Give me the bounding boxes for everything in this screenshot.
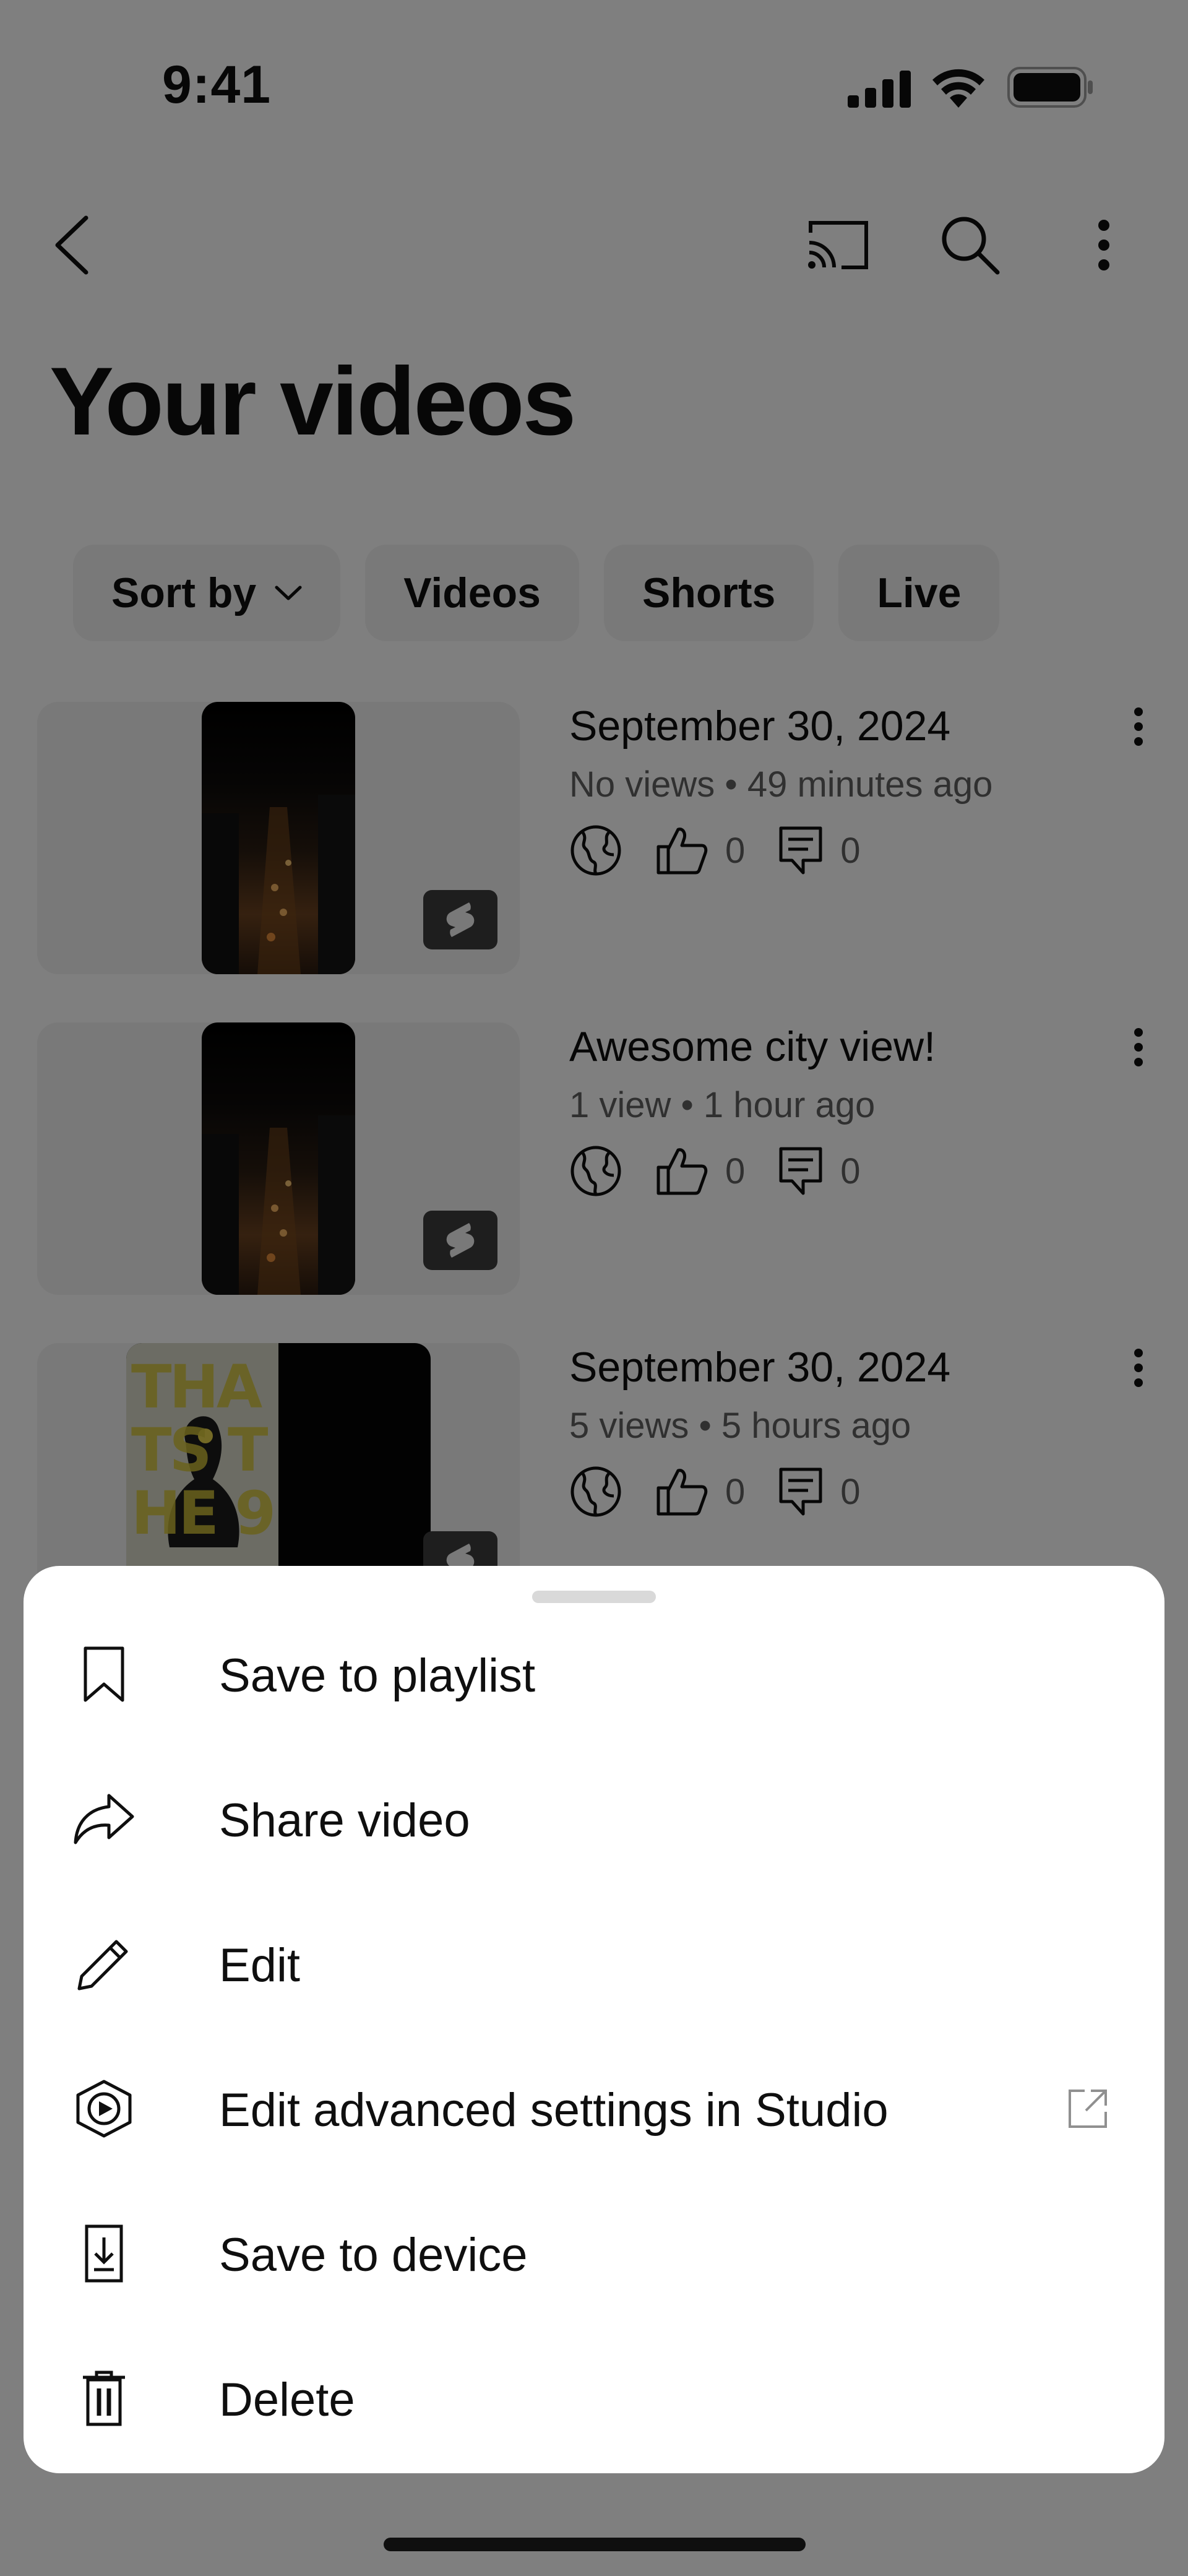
menu-item-share-video[interactable]: Share video: [24, 1747, 1164, 1891]
trash-icon: [73, 2367, 135, 2429]
external-link-icon: [1063, 2084, 1113, 2133]
sheet-drag-handle[interactable]: [532, 1591, 656, 1603]
download-to-device-icon: [73, 2223, 135, 2284]
menu-item-save-to-playlist[interactable]: Save to playlist: [24, 1602, 1164, 1747]
share-arrow-icon: [73, 1788, 135, 1850]
menu-item-label: Edit: [219, 1939, 300, 1992]
menu-item-label: Save to playlist: [219, 1649, 536, 1702]
menu-item-label: Edit advanced settings in Studio: [219, 2084, 889, 2137]
home-indicator: [384, 2538, 806, 2551]
menu-item-save-to-device[interactable]: Save to device: [24, 2181, 1164, 2326]
menu-item-edit[interactable]: Edit: [24, 1891, 1164, 2036]
video-actions-sheet: Save to playlist Share video Edit Edit a…: [24, 1566, 1164, 2473]
menu-item-label: Share video: [219, 1794, 470, 1847]
pencil-icon: [73, 1933, 135, 1995]
menu-item-label: Delete: [219, 2374, 355, 2426]
bookmark-icon: [73, 1643, 135, 1705]
your-videos-screen: 9:41: [0, 0, 1188, 2576]
studio-icon: [73, 2078, 135, 2140]
menu-item-edit-in-studio[interactable]: Edit advanced settings in Studio: [24, 2036, 1164, 2181]
menu-item-label: Save to device: [219, 2229, 528, 2281]
menu-item-delete[interactable]: Delete: [24, 2326, 1164, 2471]
